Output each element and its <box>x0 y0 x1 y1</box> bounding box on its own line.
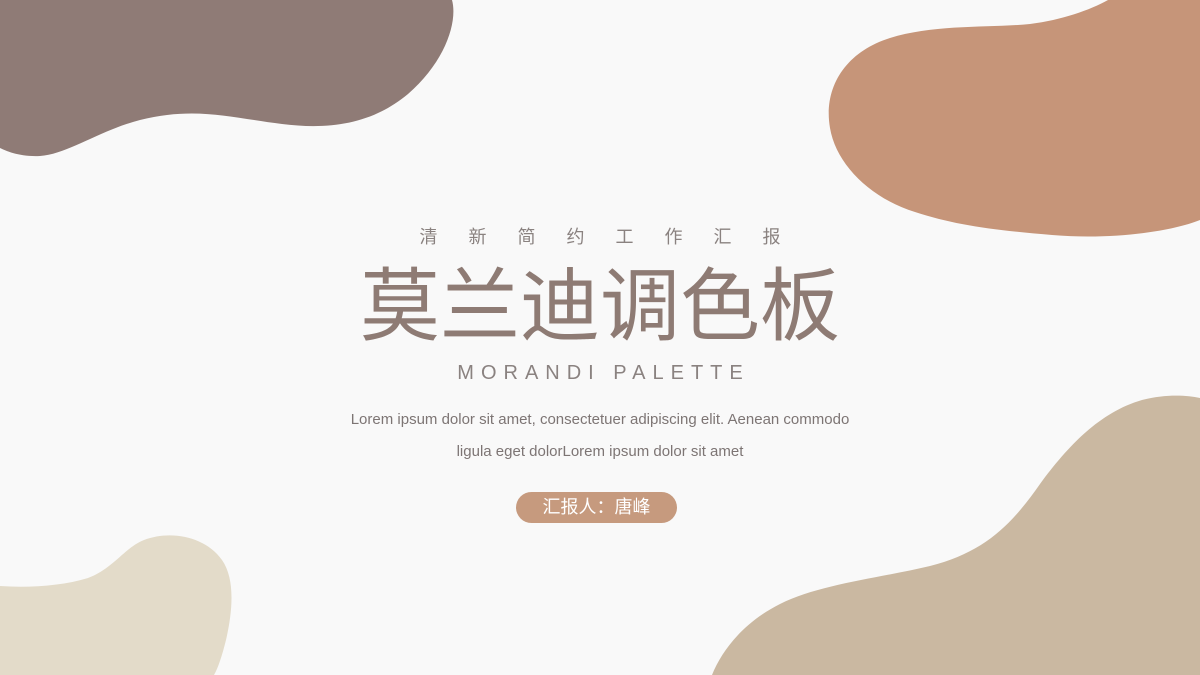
main-title: 莫兰迪调色板 <box>360 260 840 353</box>
slide-content: 清新简约工作汇报 莫兰迪调色板 MORANDI PALETTE Lorem ip… <box>0 0 1200 675</box>
subtitle: 清新简约工作汇报 <box>419 227 812 248</box>
description-line: ligula eget dolorLorem ipsum dolor sit a… <box>456 443 744 460</box>
description-line: Lorem ipsum dolor sit amet, consectetuer… <box>350 411 850 428</box>
slide: 清新简约工作汇报 莫兰迪调色板 MORANDI PALETTE Lorem ip… <box>0 0 1200 675</box>
reporter-badge: 汇报人：唐峰 <box>516 492 677 523</box>
description: Lorem ipsum dolor sit amet, consectetuer… <box>300 404 900 468</box>
english-title: MORANDI PALETTE <box>457 362 750 384</box>
